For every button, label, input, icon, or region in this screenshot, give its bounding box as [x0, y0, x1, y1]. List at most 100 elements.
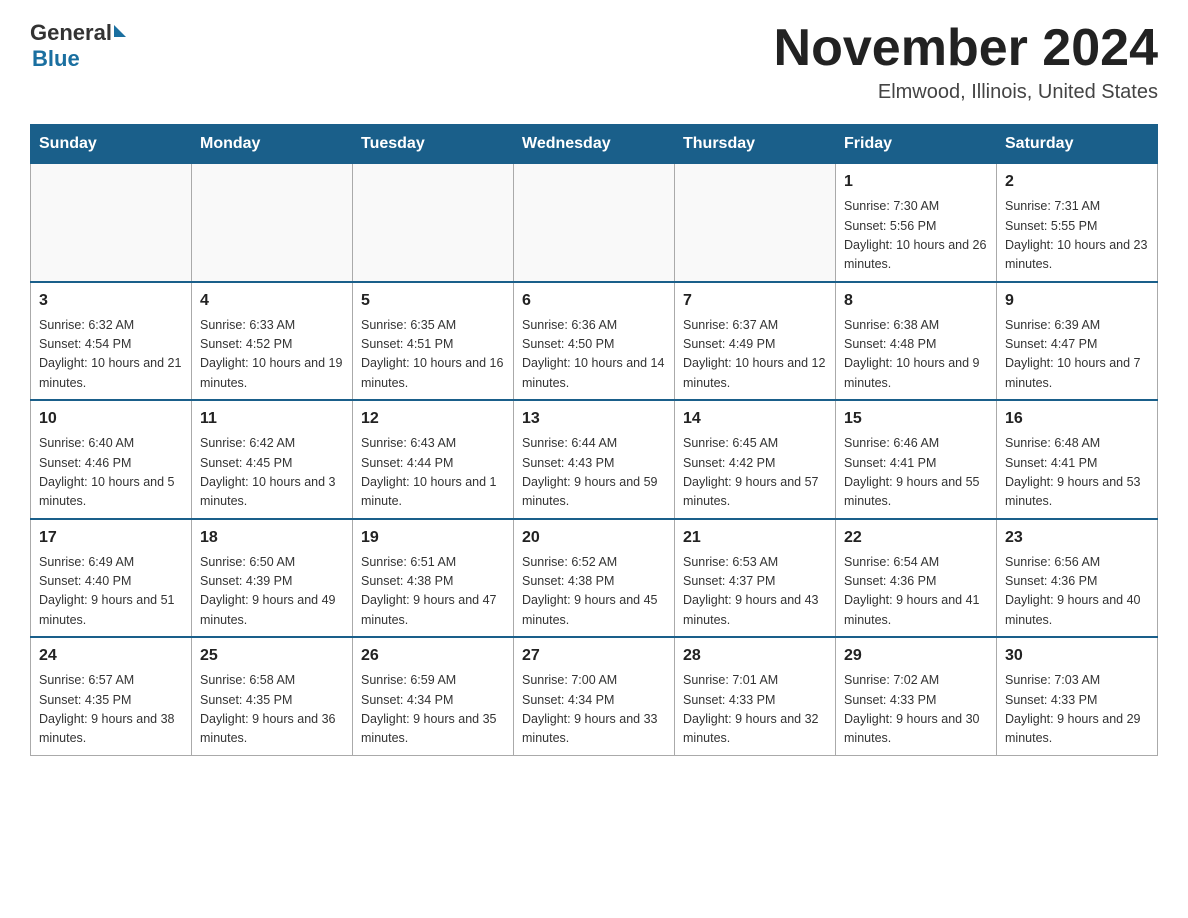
day-number: 5 [361, 289, 505, 313]
header-friday: Friday [836, 125, 997, 164]
day-number: 7 [683, 289, 827, 313]
day-number: 17 [39, 526, 183, 550]
day-info: Sunrise: 7:00 AM Sunset: 4:34 PM Dayligh… [522, 671, 666, 749]
calendar-cell: 23Sunrise: 6:56 AM Sunset: 4:36 PM Dayli… [997, 519, 1158, 638]
day-number: 20 [522, 526, 666, 550]
day-info: Sunrise: 6:56 AM Sunset: 4:36 PM Dayligh… [1005, 553, 1149, 631]
day-info: Sunrise: 6:48 AM Sunset: 4:41 PM Dayligh… [1005, 434, 1149, 512]
header-wednesday: Wednesday [514, 125, 675, 164]
day-number: 19 [361, 526, 505, 550]
day-number: 6 [522, 289, 666, 313]
header-saturday: Saturday [997, 125, 1158, 164]
calendar-cell: 27Sunrise: 7:00 AM Sunset: 4:34 PM Dayli… [514, 637, 675, 755]
day-number: 8 [844, 289, 988, 313]
calendar-cell [675, 164, 836, 282]
title-block: November 2024 Elmwood, Illinois, United … [774, 20, 1158, 104]
calendar-cell: 14Sunrise: 6:45 AM Sunset: 4:42 PM Dayli… [675, 400, 836, 519]
calendar-cell: 11 Sunrise: 6:42 AM Sunset: 4:45 PM Dayli… [192, 400, 353, 519]
day-info: Sunrise: 6:46 AM Sunset: 4:41 PM Dayligh… [844, 434, 988, 512]
day-number: 26 [361, 644, 505, 668]
header: General Blue November 2024 Elmwood, Illi… [30, 20, 1158, 104]
day-number: 11 [200, 407, 344, 431]
calendar-cell [353, 164, 514, 282]
day-number: 15 [844, 407, 988, 431]
header-sunday: Sunday [31, 125, 192, 164]
logo-blue-text: Blue [32, 46, 126, 72]
header-monday: Monday [192, 125, 353, 164]
day-info: Sunrise: 6:54 AM Sunset: 4:36 PM Dayligh… [844, 553, 988, 631]
calendar-cell: 8 Sunrise: 6:38 AM Sunset: 4:48 PM Daylig… [836, 282, 997, 401]
calendar-cell: 6 Sunrise: 6:36 AM Sunset: 4:50 PM Daylig… [514, 282, 675, 401]
calendar-cell: 2Sunrise: 7:31 AM Sunset: 5:55 PM Daylig… [997, 164, 1158, 282]
day-info: Sunrise: 7:02 AM Sunset: 4:33 PM Dayligh… [844, 671, 988, 749]
day-info: Sunrise: 7:01 AM Sunset: 4:33 PM Dayligh… [683, 671, 827, 749]
day-number: 28 [683, 644, 827, 668]
calendar-cell: 24Sunrise: 6:57 AM Sunset: 4:35 PM Dayli… [31, 637, 192, 755]
calendar-cell: 29 Sunrise: 7:02 AM Sunset: 4:33 PM Dayli… [836, 637, 997, 755]
calendar-cell: 9 Sunrise: 6:39 AM Sunset: 4:47 PM Daylig… [997, 282, 1158, 401]
week-row-2: 3Sunrise: 6:32 AM Sunset: 4:54 PM Daylig… [31, 282, 1158, 401]
calendar-cell: 17Sunrise: 6:49 AM Sunset: 4:40 PM Dayli… [31, 519, 192, 638]
day-number: 30 [1005, 644, 1149, 668]
calendar-cell: 12 Sunrise: 6:43 AM Sunset: 4:44 PM Dayli… [353, 400, 514, 519]
day-info: Sunrise: 6:40 AM Sunset: 4:46 PM Dayligh… [39, 434, 183, 512]
calendar-cell: 7Sunrise: 6:37 AM Sunset: 4:49 PM Daylig… [675, 282, 836, 401]
day-info: Sunrise: 6:50 AM Sunset: 4:39 PM Dayligh… [200, 553, 344, 631]
day-info: Sunrise: 7:03 AM Sunset: 4:33 PM Dayligh… [1005, 671, 1149, 749]
day-info: Sunrise: 6:32 AM Sunset: 4:54 PM Dayligh… [39, 316, 183, 394]
day-info: Sunrise: 6:45 AM Sunset: 4:42 PM Dayligh… [683, 434, 827, 512]
logo: General Blue [30, 20, 126, 72]
day-info: Sunrise: 6:51 AM Sunset: 4:38 PM Dayligh… [361, 553, 505, 631]
day-info: Sunrise: 6:58 AM Sunset: 4:35 PM Dayligh… [200, 671, 344, 749]
week-row-3: 10 Sunrise: 6:40 AM Sunset: 4:46 PM Dayli… [31, 400, 1158, 519]
day-number: 29 [844, 644, 988, 668]
calendar-cell: 28 Sunrise: 7:01 AM Sunset: 4:33 PM Dayli… [675, 637, 836, 755]
day-info: Sunrise: 6:36 AM Sunset: 4:50 PM Dayligh… [522, 316, 666, 394]
calendar-cell: 1 Sunrise: 7:30 AM Sunset: 5:56 PM Daylig… [836, 164, 997, 282]
calendar-cell: 25 Sunrise: 6:58 AM Sunset: 4:35 PM Dayli… [192, 637, 353, 755]
calendar-table: SundayMondayTuesdayWednesdayThursdayFrid… [30, 124, 1158, 756]
calendar-cell: 22Sunrise: 6:54 AM Sunset: 4:36 PM Dayli… [836, 519, 997, 638]
calendar-cell: 30 Sunrise: 7:03 AM Sunset: 4:33 PM Dayli… [997, 637, 1158, 755]
day-number: 25 [200, 644, 344, 668]
calendar-cell [192, 164, 353, 282]
day-info: Sunrise: 6:42 AM Sunset: 4:45 PM Dayligh… [200, 434, 344, 512]
day-number: 12 [361, 407, 505, 431]
day-info: Sunrise: 6:44 AM Sunset: 4:43 PM Dayligh… [522, 434, 666, 512]
calendar-cell: 19 Sunrise: 6:51 AM Sunset: 4:38 PM Dayli… [353, 519, 514, 638]
calendar-cell: 10 Sunrise: 6:40 AM Sunset: 4:46 PM Dayli… [31, 400, 192, 519]
day-info: Sunrise: 6:43 AM Sunset: 4:44 PM Dayligh… [361, 434, 505, 512]
calendar-cell: 4 Sunrise: 6:33 AM Sunset: 4:52 PM Daylig… [192, 282, 353, 401]
week-row-5: 24Sunrise: 6:57 AM Sunset: 4:35 PM Dayli… [31, 637, 1158, 755]
calendar-cell: 20 Sunrise: 6:52 AM Sunset: 4:38 PM Dayli… [514, 519, 675, 638]
day-info: Sunrise: 6:33 AM Sunset: 4:52 PM Dayligh… [200, 316, 344, 394]
header-thursday: Thursday [675, 125, 836, 164]
calendar-cell: 18 Sunrise: 6:50 AM Sunset: 4:39 PM Dayli… [192, 519, 353, 638]
calendar-cell: 26 Sunrise: 6:59 AM Sunset: 4:34 PM Dayli… [353, 637, 514, 755]
calendar-cell [31, 164, 192, 282]
day-number: 9 [1005, 289, 1149, 313]
week-row-4: 17Sunrise: 6:49 AM Sunset: 4:40 PM Dayli… [31, 519, 1158, 638]
logo-triangle-icon [114, 25, 126, 37]
day-number: 2 [1005, 170, 1149, 194]
calendar-cell: 16Sunrise: 6:48 AM Sunset: 4:41 PM Dayli… [997, 400, 1158, 519]
week-row-1: 1 Sunrise: 7:30 AM Sunset: 5:56 PM Daylig… [31, 164, 1158, 282]
day-info: Sunrise: 7:30 AM Sunset: 5:56 PM Dayligh… [844, 197, 988, 275]
day-info: Sunrise: 6:59 AM Sunset: 4:34 PM Dayligh… [361, 671, 505, 749]
calendar-header: SundayMondayTuesdayWednesdayThursdayFrid… [31, 125, 1158, 164]
day-number: 4 [200, 289, 344, 313]
day-number: 10 [39, 407, 183, 431]
day-number: 18 [200, 526, 344, 550]
calendar-cell: 3Sunrise: 6:32 AM Sunset: 4:54 PM Daylig… [31, 282, 192, 401]
day-info: Sunrise: 6:38 AM Sunset: 4:48 PM Dayligh… [844, 316, 988, 394]
calendar-cell: 5Sunrise: 6:35 AM Sunset: 4:51 PM Daylig… [353, 282, 514, 401]
page-title: November 2024 [774, 20, 1158, 77]
day-info: Sunrise: 6:52 AM Sunset: 4:38 PM Dayligh… [522, 553, 666, 631]
calendar-body: 1 Sunrise: 7:30 AM Sunset: 5:56 PM Daylig… [31, 164, 1158, 756]
day-info: Sunrise: 6:39 AM Sunset: 4:47 PM Dayligh… [1005, 316, 1149, 394]
day-info: Sunrise: 6:53 AM Sunset: 4:37 PM Dayligh… [683, 553, 827, 631]
calendar-cell: 21Sunrise: 6:53 AM Sunset: 4:37 PM Dayli… [675, 519, 836, 638]
header-row: SundayMondayTuesdayWednesdayThursdayFrid… [31, 125, 1158, 164]
day-number: 1 [844, 170, 988, 194]
calendar-cell: 15 Sunrise: 6:46 AM Sunset: 4:41 PM Dayli… [836, 400, 997, 519]
